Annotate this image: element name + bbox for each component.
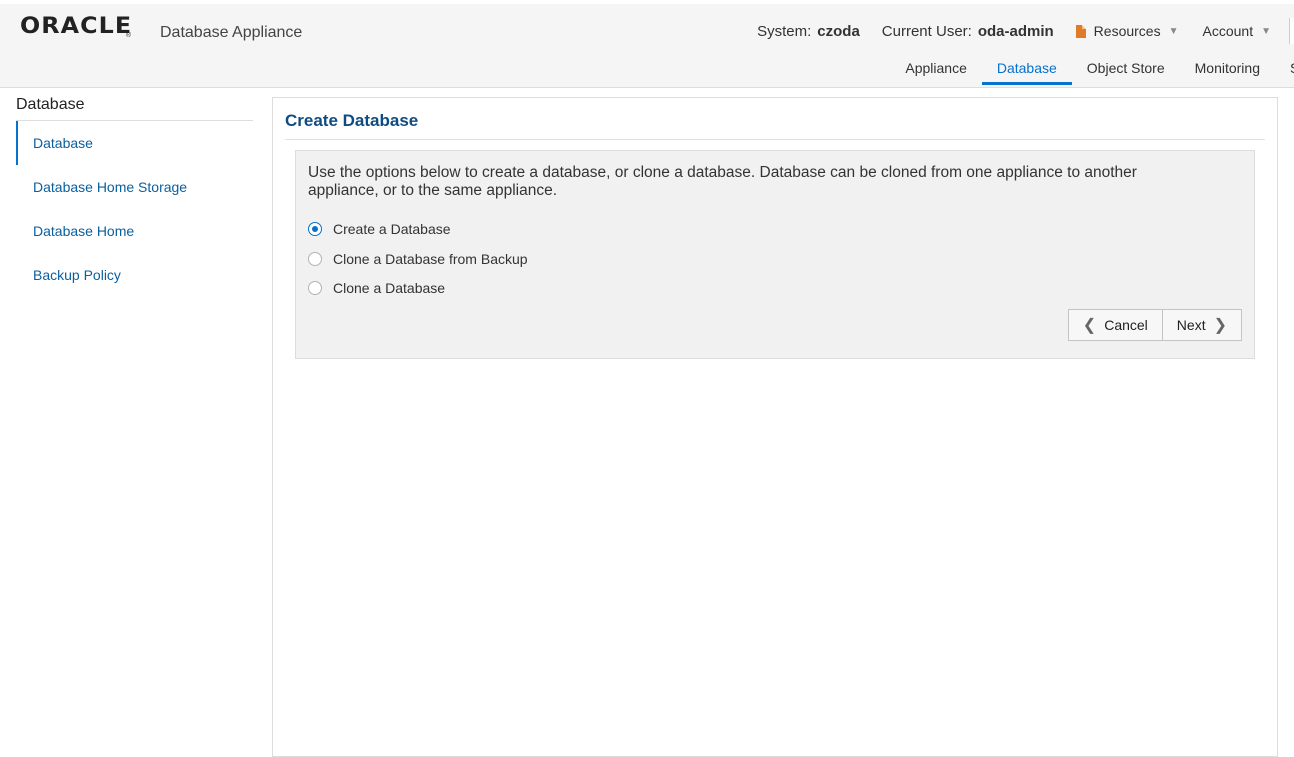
system-info: System: czoda xyxy=(757,23,860,40)
resources-label: Resources xyxy=(1093,23,1161,39)
document-icon xyxy=(1075,24,1086,38)
tab-database[interactable]: Database xyxy=(981,56,1072,85)
resources-menu[interactable]: Resources ▼ xyxy=(1075,23,1179,39)
next-button[interactable]: Next ❯ xyxy=(1162,309,1242,341)
option-label: Clone a Database from Backup xyxy=(333,251,528,267)
current-user-value: oda-admin xyxy=(977,22,1054,40)
cancel-button[interactable]: ❮ Cancel xyxy=(1067,309,1163,341)
tab-truncated[interactable]: S xyxy=(1275,56,1294,85)
sidebar: Database Database Database Home Storage … xyxy=(0,96,253,297)
tab-appliance[interactable]: Appliance xyxy=(890,56,982,85)
option-create-database[interactable]: Create a Database xyxy=(308,221,451,237)
system-label: System: xyxy=(757,22,812,40)
cancel-label: Cancel xyxy=(1104,317,1148,333)
main-nav: Appliance Database Object Store Monitori… xyxy=(890,56,1294,85)
oracle-logo[interactable]: ORACLE ® xyxy=(20,14,131,39)
tab-monitoring[interactable]: Monitoring xyxy=(1180,56,1275,85)
option-clone-database[interactable]: Clone a Database xyxy=(308,280,445,296)
current-user-info: Current User: oda-admin xyxy=(882,23,1054,40)
option-clone-from-backup[interactable]: Clone a Database from Backup xyxy=(308,251,528,267)
app-header: ORACLE ® Database Appliance System: czoda… xyxy=(0,4,1294,88)
main-panel: Create Database Use the options below to… xyxy=(272,97,1278,757)
app-title: Database Appliance xyxy=(160,24,303,41)
sidebar-item-backup-policy[interactable]: Backup Policy xyxy=(16,253,253,297)
account-menu[interactable]: Account ▼ xyxy=(1203,23,1272,39)
options-description: Use the options below to create a databa… xyxy=(308,164,1137,199)
account-label: Account xyxy=(1202,23,1254,39)
chevron-left-icon: ❮ xyxy=(1082,317,1097,334)
create-options-panel: Use the options below to create a databa… xyxy=(295,150,1255,359)
tab-object-store[interactable]: Object Store xyxy=(1072,56,1180,85)
next-label: Next xyxy=(1176,317,1206,333)
sidebar-title: Database xyxy=(16,96,253,121)
wizard-buttons: ❮ Cancel Next ❯ xyxy=(1067,309,1242,341)
sidebar-item-database-home[interactable]: Database Home xyxy=(16,209,253,253)
radio-button-selected[interactable] xyxy=(308,222,322,236)
chevron-right-icon: ❯ xyxy=(1213,317,1227,334)
current-user-label: Current User: xyxy=(881,22,972,40)
option-label: Create a Database xyxy=(333,221,451,237)
brand-wordmark: ORACLE xyxy=(20,14,133,39)
header-overflow-edge xyxy=(1289,18,1294,44)
header-utilities: System: czoda Current User: oda-admin Reso… xyxy=(757,18,1294,44)
page-title: Create Database xyxy=(285,111,1265,140)
chevron-down-icon: ▼ xyxy=(1168,25,1179,37)
system-value: czoda xyxy=(817,22,860,40)
option-label: Clone a Database xyxy=(333,280,446,296)
sidebar-item-database-home-storage[interactable]: Database Home Storage xyxy=(16,165,253,209)
chevron-down-icon: ▼ xyxy=(1261,25,1271,37)
sidebar-item-database[interactable]: Database xyxy=(16,121,253,165)
radio-button[interactable] xyxy=(308,281,322,295)
radio-button[interactable] xyxy=(308,252,322,266)
